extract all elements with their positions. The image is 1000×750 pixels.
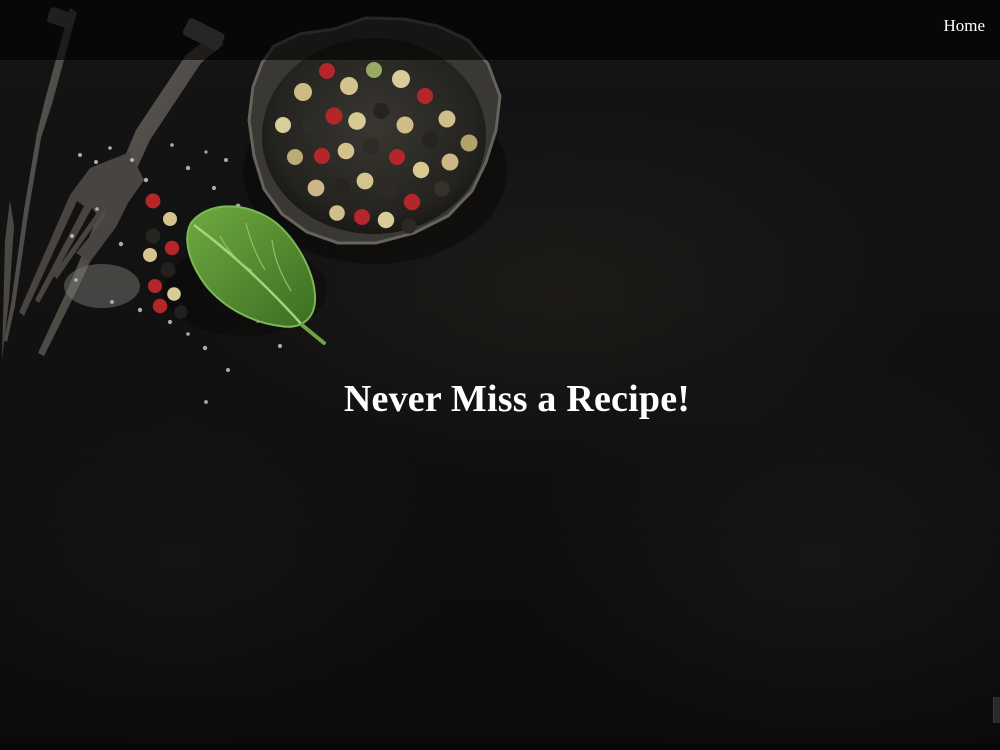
top-navbar: Home: [0, 0, 1000, 60]
right-edge-handle[interactable]: [993, 697, 1000, 723]
bottom-strip: [0, 744, 1000, 750]
spices-and-forks-decoration: [2, 7, 507, 404]
home-link[interactable]: Home: [943, 16, 985, 36]
hero-title: Never Miss a Recipe!: [343, 378, 691, 420]
page: Home Never Miss a Recipe!: [0, 0, 1000, 750]
